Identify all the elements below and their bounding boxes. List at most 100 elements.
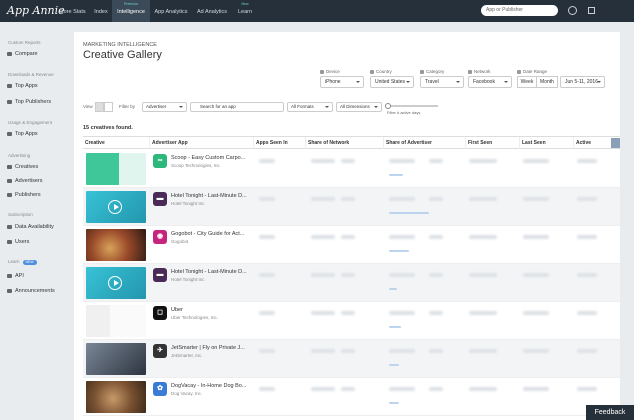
- publisher-name[interactable]: Hotel Tonight Inc: [171, 201, 253, 206]
- creative-thumbnail[interactable]: [86, 381, 146, 413]
- play-icon[interactable]: [108, 200, 122, 214]
- tab-ad-analytics[interactable]: Ad Analytics: [192, 0, 232, 22]
- col-share-of-network[interactable]: Share of Network: [305, 137, 383, 149]
- table-row[interactable]: ✈ JetSmarter | Fly on Private J... JetSm…: [83, 340, 620, 378]
- country-select[interactable]: United States: [370, 76, 414, 88]
- dimensions-select[interactable]: All Dimensions: [336, 102, 382, 112]
- table-row[interactable]: ▬ Hotel Tonight - Last-Minute D... Hotel…: [83, 264, 620, 302]
- slider-handle[interactable]: [385, 103, 391, 109]
- blurred-value: [311, 349, 335, 353]
- publisher-name[interactable]: JetSmarter, Inc.: [171, 353, 253, 358]
- creative-thumbnail[interactable]: [86, 305, 146, 337]
- week-toggle[interactable]: Week: [517, 76, 537, 88]
- col-share-of-advertiser[interactable]: Share of Advertiser: [383, 137, 465, 149]
- blurred-value: [341, 235, 355, 239]
- creative-thumbnail[interactable]: [86, 191, 146, 223]
- publisher-name[interactable]: Uber Technologies, Inc.: [171, 315, 253, 320]
- advertiser-app-name[interactable]: Scoop - Easy Custom Carpo...: [171, 155, 253, 161]
- country-filter-label: Country: [370, 69, 392, 74]
- blurred-value: [577, 235, 597, 239]
- blurred-value: [311, 159, 335, 163]
- app-icon: ✈: [153, 344, 167, 358]
- tab-store-stats[interactable]: Store Stats: [54, 0, 90, 22]
- advertiser-app-name[interactable]: Gogobot - City Guide for Act...: [171, 231, 253, 237]
- tab-learn[interactable]: New Learn: [232, 0, 258, 22]
- top-publishers-icon: [7, 100, 12, 104]
- blurred-value: [469, 349, 497, 353]
- sidebar-item-creatives[interactable]: Creatives: [7, 164, 38, 170]
- tab-app-analytics[interactable]: App Analytics: [150, 0, 192, 22]
- sidebar-item-top-apps-usage[interactable]: Top Apps: [7, 131, 38, 137]
- table-row[interactable]: ✿ DogVacay - In-Home Dog Bo... Dog Vacay…: [83, 378, 620, 416]
- filter-by-select[interactable]: Advertiser: [142, 102, 187, 112]
- publisher-name[interactable]: Hotel Tonight Inc: [171, 277, 253, 282]
- share-bar: [389, 402, 399, 404]
- user-icon[interactable]: [568, 6, 577, 15]
- feedback-button[interactable]: Feedback: [586, 405, 634, 420]
- blurred-value: [429, 311, 443, 315]
- col-creative[interactable]: Creative: [83, 137, 149, 149]
- blurred-value: [341, 273, 355, 277]
- blurred-value: [469, 387, 497, 391]
- network-select[interactable]: Facebook: [468, 76, 512, 88]
- advertiser-app-name[interactable]: Uber: [171, 307, 253, 313]
- sidebar-item-top-publishers[interactable]: Top Publishers: [7, 99, 51, 105]
- blurred-value: [389, 235, 415, 239]
- sidebar-item-publishers[interactable]: Publishers: [7, 192, 41, 198]
- tab-index[interactable]: Index: [90, 0, 112, 22]
- creative-thumbnail[interactable]: [86, 267, 146, 299]
- active-days-slider[interactable]: [388, 105, 438, 107]
- sidebar-item-api[interactable]: API: [7, 273, 24, 279]
- apps-grid-icon[interactable]: [588, 7, 595, 14]
- global-search-input[interactable]: App or Publisher: [481, 5, 558, 16]
- col-first-seen[interactable]: First Seen: [465, 137, 519, 149]
- col-active[interactable]: Active: [573, 137, 610, 149]
- app-icon: ∞: [153, 154, 167, 168]
- col-last-seen[interactable]: Last Seen: [519, 137, 573, 149]
- blurred-value: [311, 197, 335, 201]
- device-select[interactable]: iPhone: [320, 76, 364, 88]
- blurred-value: [577, 197, 597, 201]
- sidebar-item-advertisers[interactable]: Advertisers: [7, 178, 43, 184]
- share-bar: [389, 212, 429, 214]
- advertiser-app-name[interactable]: Hotel Tonight - Last-Minute D...: [171, 269, 253, 275]
- blurred-value: [259, 349, 275, 353]
- list-view-icon[interactable]: [104, 102, 113, 112]
- table-row[interactable]: ∞ Scoop - Easy Custom Carpo... Scoop Tec…: [83, 150, 620, 188]
- publisher-name[interactable]: Dog Vacay, Inc.: [171, 391, 253, 396]
- scroll-right-icon[interactable]: [611, 138, 620, 148]
- publisher-name[interactable]: Gogobot: [171, 239, 253, 244]
- publisher-name[interactable]: Scoop Technologies, Inc: [171, 163, 253, 168]
- table-row[interactable]: ▬ Hotel Tonight - Last-Minute D... Hotel…: [83, 188, 620, 226]
- table-row[interactable]: ◉ Gogobot - City Guide for Act... Gogobo…: [83, 226, 620, 264]
- creative-thumbnail[interactable]: [86, 229, 146, 261]
- advertiser-app-name[interactable]: JetSmarter | Fly on Private J...: [171, 345, 253, 351]
- col-advertiser-app[interactable]: Advertiser App: [149, 137, 253, 149]
- blurred-value: [389, 311, 415, 315]
- sidebar-heading-usage-engagement: Usage & Engagement: [8, 120, 53, 125]
- month-toggle[interactable]: Month: [536, 76, 558, 88]
- formats-select[interactable]: All Formats: [287, 102, 333, 112]
- creative-thumbnail[interactable]: [86, 343, 146, 375]
- table-row[interactable]: ◻ Uber Uber Technologies, Inc.: [83, 302, 620, 340]
- advertiser-app-name[interactable]: Hotel Tonight - Last-Minute D...: [171, 193, 253, 199]
- col-apps-seen-in[interactable]: Apps Seen In: [253, 137, 305, 149]
- app-search-input[interactable]: Search for an app: [190, 102, 284, 112]
- sidebar-item-data-availability[interactable]: Data Availability: [7, 224, 54, 230]
- sidebar-item-top-apps-downloads[interactable]: Top Apps: [7, 83, 38, 89]
- advertiser-app-name[interactable]: DogVacay - In-Home Dog Bo...: [171, 383, 253, 389]
- sidebar-item-users[interactable]: Users: [7, 239, 29, 245]
- play-icon[interactable]: [108, 276, 122, 290]
- blurred-value: [341, 349, 355, 353]
- sidebar-item-announcements[interactable]: Announcements: [7, 288, 55, 294]
- category-select[interactable]: Travel: [420, 76, 464, 88]
- grid-view-icon[interactable]: [95, 102, 104, 112]
- results-count: 15 creatives found.: [83, 125, 133, 131]
- app-icon: ◉: [153, 230, 167, 244]
- publishers-icon: [7, 193, 12, 197]
- sidebar-item-compare[interactable]: Compare: [7, 51, 38, 57]
- creative-thumbnail[interactable]: [86, 153, 146, 185]
- date-range-select[interactable]: Jun 5-11, 2016: [560, 76, 605, 88]
- tab-intelligence[interactable]: Premium Intelligence: [112, 0, 150, 22]
- sidebar-heading-custom-reports: Custom Reports: [8, 40, 41, 45]
